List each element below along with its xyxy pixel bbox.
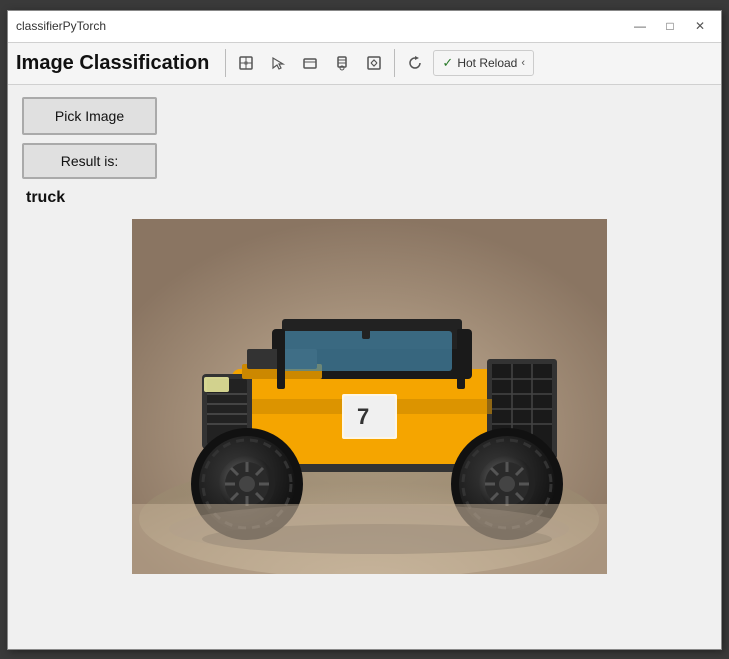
toolbar-cursor-icon[interactable] <box>232 49 260 77</box>
toolbar-select-icon[interactable] <box>264 49 292 77</box>
image-display: 7 <box>132 219 607 574</box>
window-controls: — □ ✕ <box>627 16 713 36</box>
pick-image-button[interactable]: Pick Image <box>22 97 157 135</box>
toolbar-separator-2 <box>394 49 395 77</box>
result-value: truck <box>26 189 707 207</box>
toolbar-separator-1 <box>225 49 226 77</box>
truck-svg: 7 <box>132 219 607 574</box>
main-content: Pick Image Result is: truck <box>8 85 721 649</box>
truck-image: 7 <box>132 219 607 574</box>
toolbar: Image Classification <box>8 43 721 85</box>
app-title: Image Classification <box>16 52 209 75</box>
toolbar-refresh-icon[interactable] <box>401 49 429 77</box>
svg-text:7: 7 <box>357 404 369 429</box>
chevron-left-icon: ‹ <box>521 57 525 69</box>
title-bar: classifierPyTorch — □ ✕ <box>8 11 721 43</box>
result-label: Result is: <box>61 153 119 169</box>
close-button[interactable]: ✕ <box>687 16 713 36</box>
hot-reload-check-icon: ✓ <box>442 55 453 71</box>
result-box: Result is: <box>22 143 157 179</box>
app-window: classifierPyTorch — □ ✕ Image Classifica… <box>7 10 722 650</box>
maximize-button[interactable]: □ <box>657 16 683 36</box>
window-title: classifierPyTorch <box>16 19 106 33</box>
hot-reload-label: Hot Reload <box>457 56 517 70</box>
hot-reload-button[interactable]: ✓ Hot Reload ‹ <box>433 50 534 76</box>
toolbar-box-icon[interactable] <box>296 49 324 77</box>
toolbar-transform-icon[interactable] <box>360 49 388 77</box>
toolbar-temp-icon[interactable] <box>328 49 356 77</box>
minimize-button[interactable]: — <box>627 16 653 36</box>
